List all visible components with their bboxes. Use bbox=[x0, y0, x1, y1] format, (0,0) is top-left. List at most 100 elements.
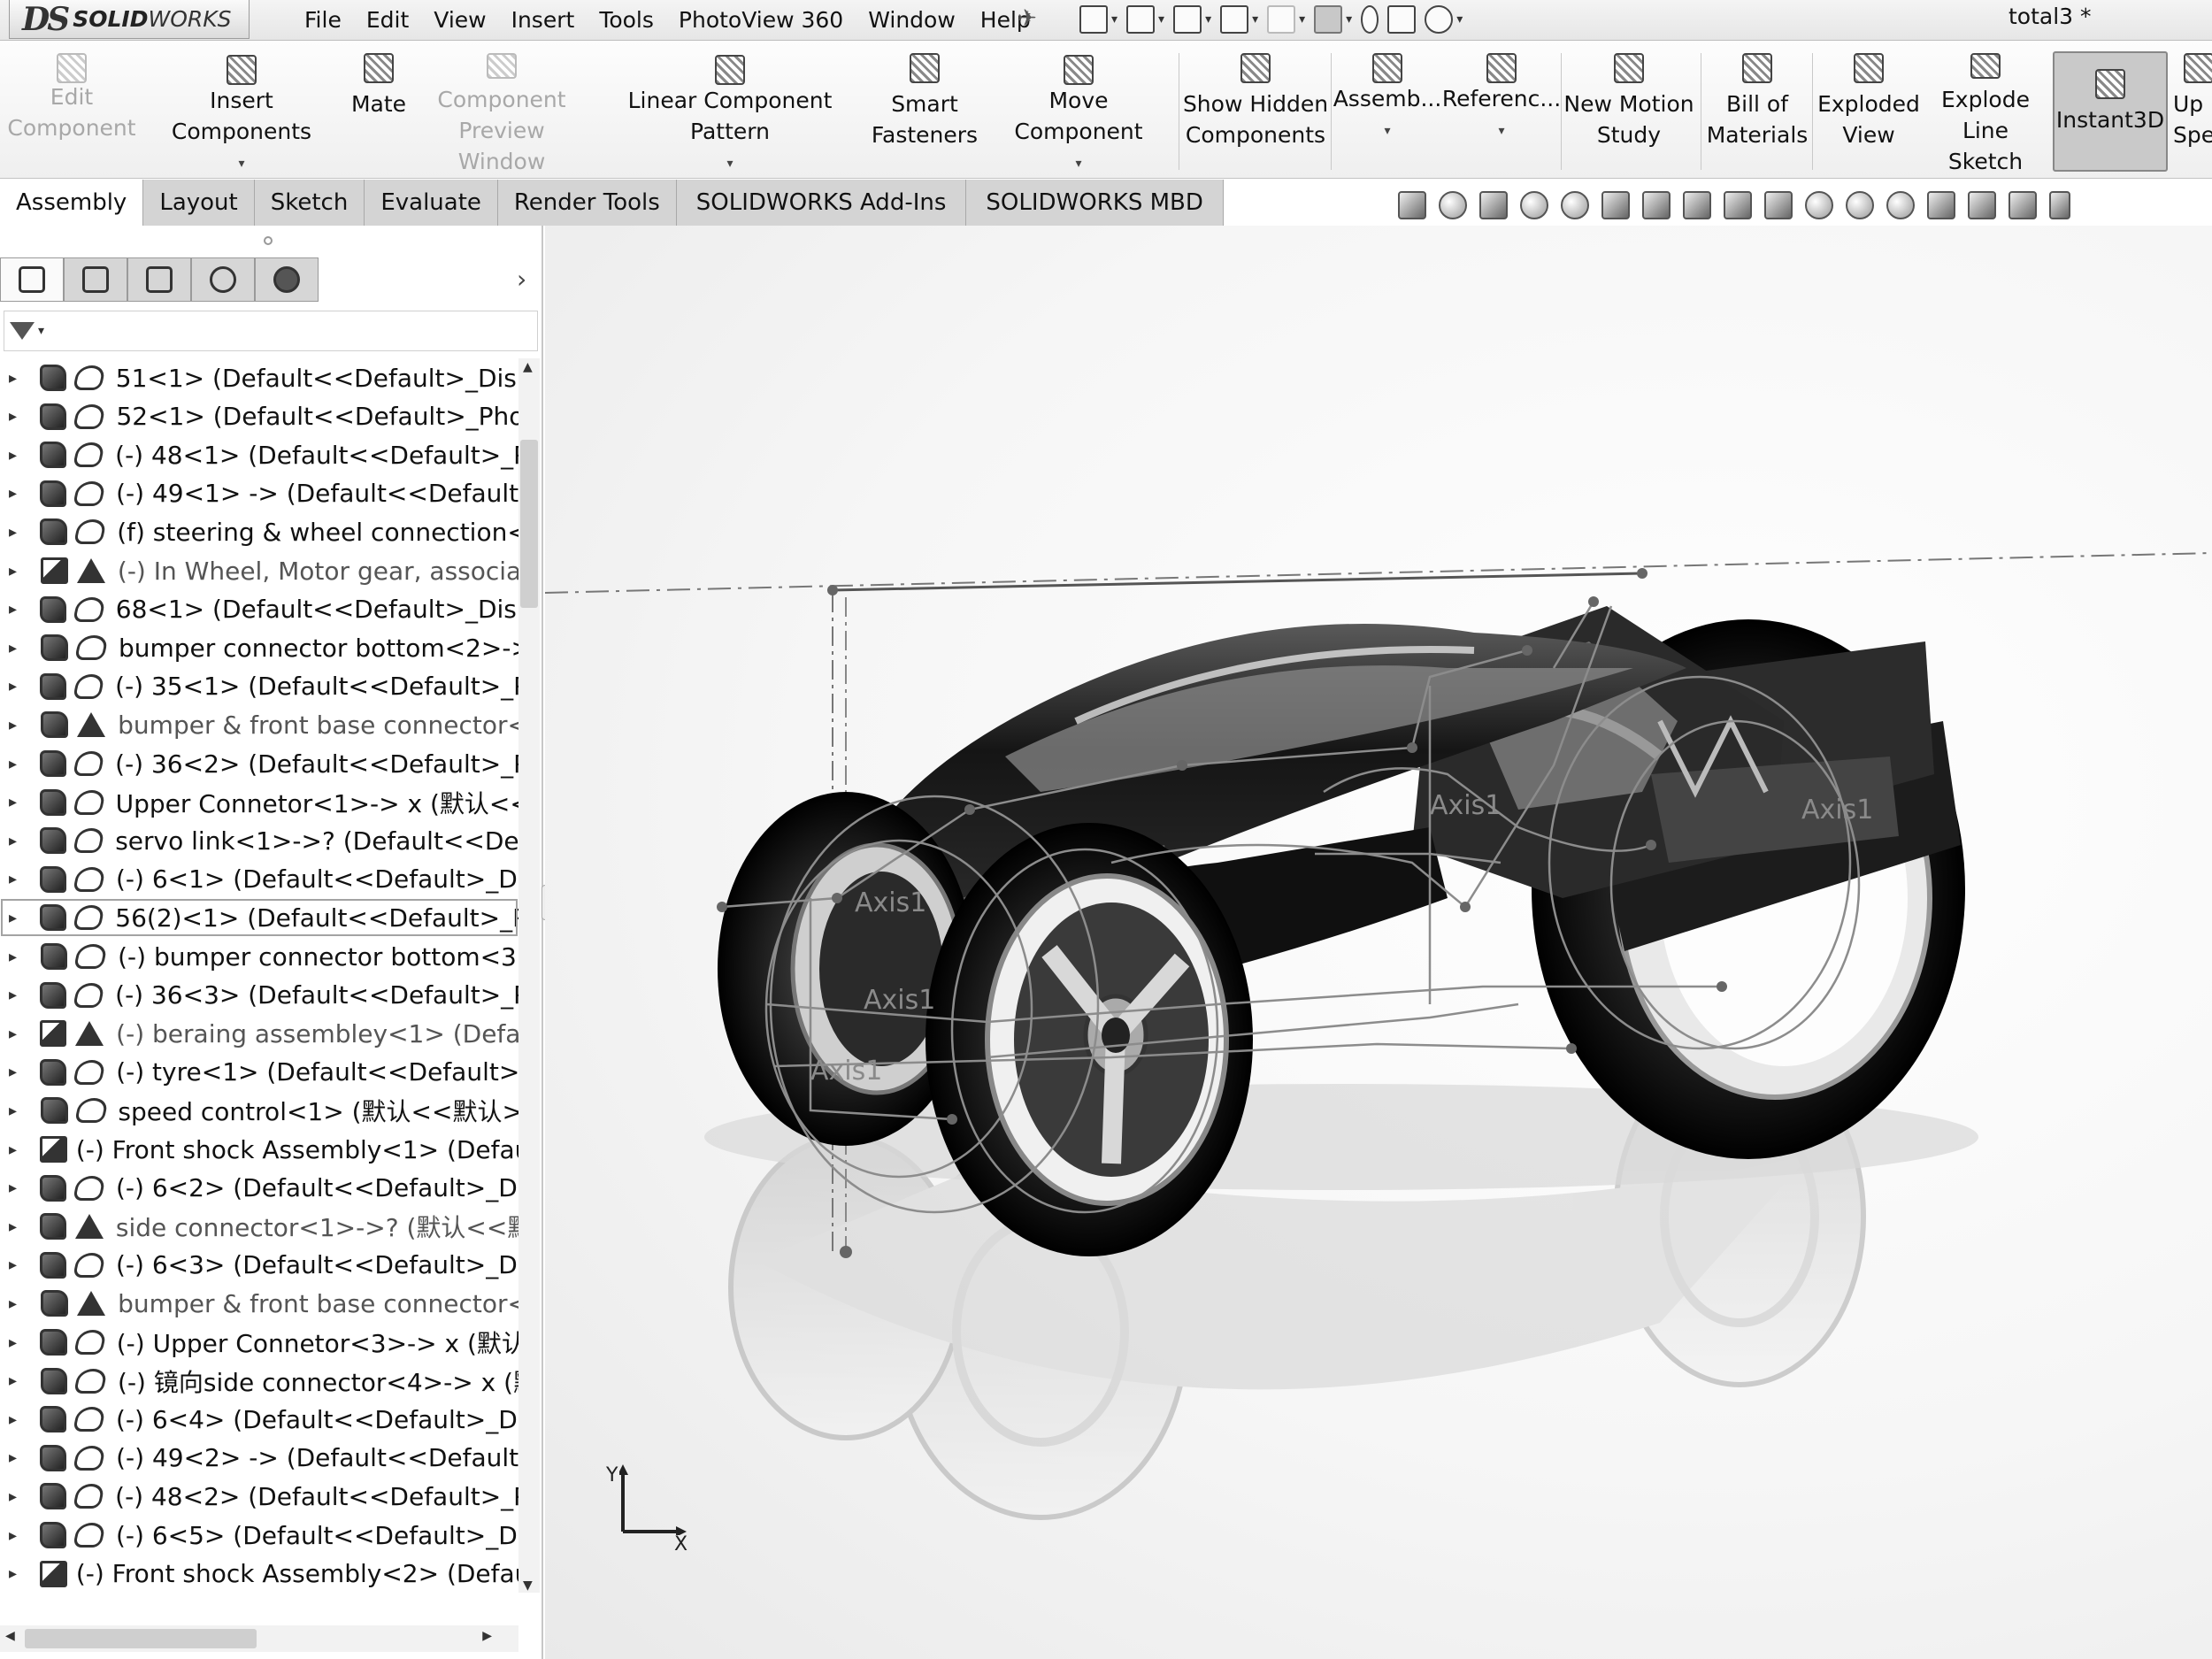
menu-photoview-360[interactable]: PhotoView 360 bbox=[666, 7, 856, 33]
expand-arrow-icon[interactable]: ▸ bbox=[9, 986, 17, 1004]
tab-displaymanager[interactable] bbox=[255, 257, 319, 302]
tree-item[interactable]: ▸ (-) 36<2> (Default<<Default>_Pho bbox=[0, 744, 518, 783]
move-component-button[interactable]: Move Component ▾ bbox=[984, 55, 1173, 179]
panel-grip-handle[interactable] bbox=[264, 236, 273, 245]
new-dropdown-icon[interactable]: ▾ bbox=[1111, 12, 1118, 27]
expand-arrow-icon[interactable]: ▸ bbox=[9, 1179, 17, 1197]
menu-window[interactable]: Window bbox=[856, 7, 968, 33]
expand-arrow-icon[interactable]: ▸ bbox=[9, 1294, 18, 1313]
expand-arrow-icon[interactable]: ▸ bbox=[9, 562, 18, 580]
update-speedpak-button[interactable]: Up Spe bbox=[2173, 53, 2212, 177]
tab-dimxpertmanager[interactable] bbox=[191, 257, 255, 302]
expand-arrow-icon[interactable]: ▸ bbox=[9, 909, 17, 927]
tab-render-tools[interactable]: Render Tools bbox=[497, 180, 677, 226]
expand-arrow-icon[interactable]: ▸ bbox=[9, 369, 17, 388]
expand-arrow-icon[interactable]: ▸ bbox=[9, 1371, 18, 1390]
gear-icon[interactable] bbox=[1425, 5, 1454, 34]
expand-arrow-icon[interactable]: ▸ bbox=[9, 1217, 17, 1236]
model-view[interactable]: Axis1 Axis1 Axis1 Axis1 Axis1 bbox=[545, 226, 2212, 1659]
tab-sketch[interactable]: Sketch bbox=[254, 180, 365, 226]
component-preview-window-button[interactable]: Component Preview Window bbox=[418, 53, 586, 177]
realview-icon[interactable] bbox=[1968, 191, 1996, 219]
dynamic-annotation-icon[interactable] bbox=[1642, 191, 1671, 219]
expand-arrow-icon[interactable]: ▸ bbox=[9, 1025, 17, 1043]
expand-arrow-icon[interactable]: ▸ bbox=[9, 1448, 17, 1467]
tree-item[interactable]: ▸ (-) 镜向side connector<4>-> x (默 bbox=[0, 1362, 518, 1401]
scroll-up-icon[interactable]: ▲ bbox=[523, 360, 533, 374]
print-dropdown-icon[interactable]: ▾ bbox=[1252, 12, 1258, 27]
move-icon[interactable] bbox=[1683, 191, 1711, 219]
chevron-right-icon[interactable]: › bbox=[517, 265, 526, 294]
tab-assembly[interactable]: Assembly bbox=[0, 180, 144, 226]
tree-item[interactable]: ▸ (f) steering & wheel connection<1 bbox=[0, 512, 518, 551]
tab-layout[interactable]: Layout bbox=[143, 180, 255, 226]
tree-item[interactable]: ▸ (-) beraing assembley<1> (Default bbox=[0, 1014, 518, 1053]
tree-item[interactable]: ▸ (-) 6<4> (Default<<Default>_Disp bbox=[0, 1400, 518, 1439]
monitor-icon[interactable] bbox=[2008, 191, 2037, 219]
menu-file[interactable]: File bbox=[292, 7, 354, 33]
expand-arrow-icon[interactable]: ▸ bbox=[9, 1526, 17, 1545]
tree-item[interactable]: ▸ 68<1> (Default<<Default>_Displa bbox=[0, 590, 518, 629]
solidworks-logo[interactable]: DS SOLIDWORKS bbox=[9, 0, 250, 39]
new-motion-study-button[interactable]: New Motion Study bbox=[1563, 53, 1695, 177]
tree-item[interactable]: ▸ (-) 6<5> (Default<<Default>_Disp bbox=[0, 1516, 518, 1555]
tree-item[interactable]: ▸ (-) bumper connector bottom<3> bbox=[0, 937, 518, 976]
filter-dropdown-icon[interactable]: ▾ bbox=[38, 324, 44, 338]
hide-show-items-icon[interactable] bbox=[1805, 191, 1833, 219]
open-dropdown-icon[interactable]: ▾ bbox=[1158, 12, 1164, 27]
filter-icon[interactable] bbox=[10, 322, 35, 340]
expand-arrow-icon[interactable]: ▸ bbox=[9, 755, 17, 773]
tab-solidworks-mbd[interactable]: SOLIDWORKS MBD bbox=[966, 180, 1224, 226]
tab-configurationmanager[interactable] bbox=[127, 257, 191, 302]
expand-arrow-icon[interactable]: ▸ bbox=[9, 948, 18, 966]
expand-arrow-icon[interactable]: ▸ bbox=[9, 446, 17, 465]
bill-of-materials-button[interactable]: Bill of Materials bbox=[1704, 53, 1810, 177]
select-dropdown-icon[interactable]: ▾ bbox=[1346, 12, 1352, 27]
view-settings-icon[interactable] bbox=[1927, 191, 1955, 219]
tree-item[interactable]: ▸ servo link<1>->? (Default<<Defau bbox=[0, 821, 518, 860]
tree-item[interactable]: ▸ (-) 6<3> (Default<<Default>_Disp bbox=[0, 1246, 518, 1285]
scroll-left-icon[interactable]: ◀ bbox=[5, 1629, 15, 1643]
expand-arrow-icon[interactable]: ▸ bbox=[9, 523, 17, 541]
camera-icon[interactable] bbox=[2049, 191, 2070, 219]
assembly-features-button[interactable]: Assemb... ▾ bbox=[1333, 53, 1442, 177]
expand-arrow-icon[interactable]: ▸ bbox=[9, 870, 17, 888]
exploded-view-button[interactable]: Exploded View bbox=[1816, 53, 1922, 177]
expand-arrow-icon[interactable]: ▸ bbox=[9, 832, 17, 850]
edit-appearance-icon[interactable] bbox=[1846, 191, 1874, 219]
expand-arrow-icon[interactable]: ▸ bbox=[9, 1410, 17, 1429]
move-component-dropdown-icon[interactable]: ▾ bbox=[1075, 157, 1081, 170]
previous-view-icon[interactable] bbox=[1479, 191, 1508, 219]
expand-arrow-icon[interactable]: ▸ bbox=[9, 1063, 17, 1081]
smart-fasteners-button[interactable]: Smart Fasteners bbox=[872, 53, 978, 177]
menu-tools[interactable]: Tools bbox=[587, 7, 666, 33]
tree-horizontal-scroll-thumb[interactable] bbox=[25, 1629, 257, 1648]
traffic-light-icon[interactable] bbox=[1361, 5, 1379, 34]
zoom-to-fit-icon[interactable] bbox=[1398, 191, 1426, 219]
menu-insert[interactable]: Insert bbox=[499, 7, 588, 33]
tree-scroll-thumb[interactable] bbox=[520, 440, 538, 608]
tree-horizontal-scrollbar[interactable]: ◀ ▶ bbox=[0, 1625, 518, 1652]
tree-item[interactable]: ▸ (-) 6<1> (Default<<Default>_Disp bbox=[0, 860, 518, 899]
expand-arrow-icon[interactable]: ▸ bbox=[9, 1141, 17, 1159]
tree-item[interactable]: ▸ Upper Connetor<1>-> x (默认<<默 bbox=[0, 783, 518, 822]
tab-solidworks-add-ins[interactable]: SOLIDWORKS Add-Ins bbox=[676, 180, 967, 226]
tree-item[interactable]: ▸ bumper & front base connector< bbox=[0, 705, 518, 744]
linear-component-pattern-button[interactable]: Linear Component Pattern ▾ bbox=[593, 55, 867, 179]
expand-arrow-icon[interactable]: ▸ bbox=[9, 484, 17, 503]
graphics-area[interactable]: Axis1 Axis1 Axis1 Axis1 Axis1 Y X bbox=[545, 226, 2212, 1659]
expand-arrow-icon[interactable]: ▸ bbox=[9, 716, 18, 734]
scroll-down-icon[interactable]: ▼ bbox=[523, 1578, 533, 1593]
insert-components-dropdown-icon[interactable]: ▾ bbox=[238, 157, 244, 170]
undo-dropdown-icon[interactable]: ▾ bbox=[1299, 12, 1305, 27]
pin-icon[interactable]: ✈ bbox=[1018, 5, 1037, 32]
linear-pattern-dropdown-icon[interactable]: ▾ bbox=[726, 157, 733, 170]
tree-item[interactable]: ▸ (-) Front shock Assembly<2> (Default bbox=[0, 1555, 518, 1593]
apply-scene-icon[interactable] bbox=[1886, 191, 1915, 219]
save-icon[interactable] bbox=[1173, 5, 1202, 34]
tab-evaluate[interactable]: Evaluate bbox=[365, 180, 498, 226]
expand-arrow-icon[interactable]: ▸ bbox=[9, 677, 17, 695]
menu-view[interactable]: View bbox=[421, 7, 498, 33]
tree-item[interactable]: ▸ (-) In Wheel, Motor gear, associat bbox=[0, 551, 518, 590]
tree-vertical-scrollbar[interactable]: ▲ ▼ bbox=[518, 358, 540, 1593]
